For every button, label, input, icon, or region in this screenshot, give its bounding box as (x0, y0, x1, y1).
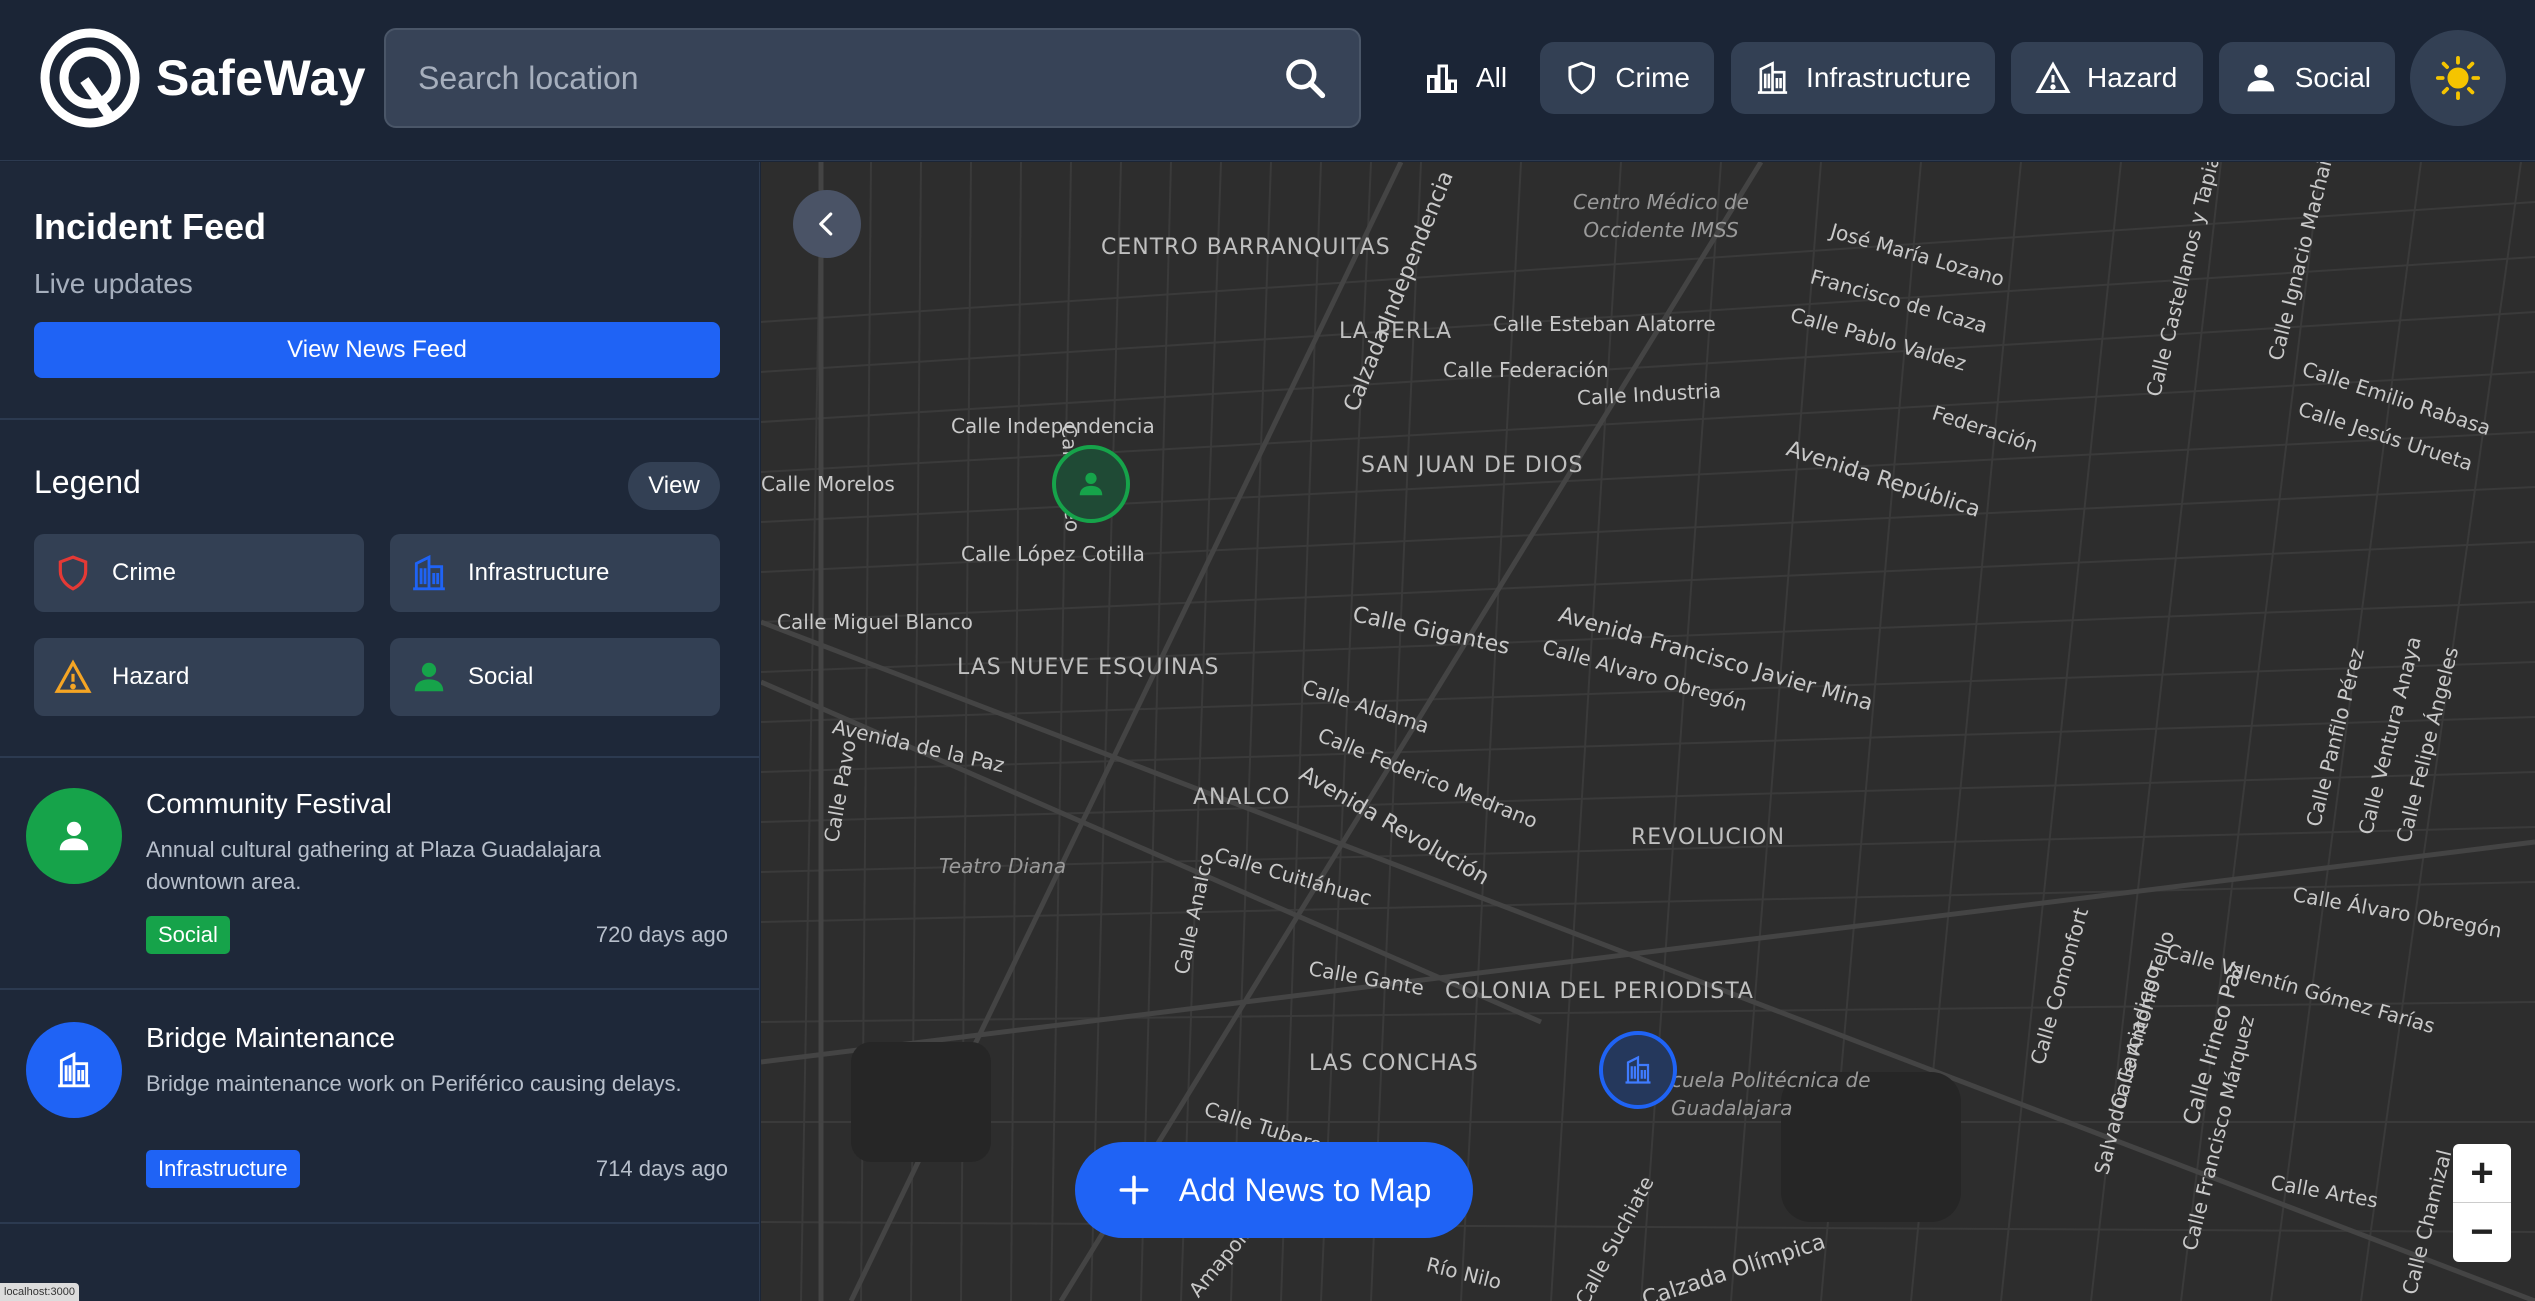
legend-item-social[interactable]: Social (390, 638, 720, 716)
incident-title: Bridge Maintenance (146, 1022, 396, 1053)
feed-subtitle: Live updates (34, 268, 193, 299)
building-icon (58, 1051, 90, 1088)
warning-icon (54, 659, 92, 693)
feed-header: Incident Feed Live updates (34, 206, 266, 300)
plus-icon (1119, 1175, 1149, 1205)
district-label: LAS NUEVE ESQUINAS (957, 655, 1220, 680)
add-news-button[interactable]: Add News to Map (1075, 1142, 1473, 1238)
shield-icon (1568, 61, 1595, 95)
filter-label: Infrastructure (1806, 62, 1971, 93)
legend-title: Legend (34, 464, 141, 500)
map-marker-infrastructure[interactable] (1599, 1031, 1677, 1109)
search-icon[interactable] (1283, 56, 1327, 100)
theme-toggle-button[interactable] (2410, 30, 2506, 126)
sun-icon (2435, 55, 2481, 101)
place-label: Centro Médico de Occidente IMSS (1572, 190, 1749, 242)
shield-icon (58, 555, 88, 591)
filter-hazard[interactable]: Hazard (2011, 42, 2203, 114)
legend-item-crime[interactable]: Crime (34, 534, 364, 612)
add-news-label: Add News to Map (1178, 1171, 1432, 1208)
incident-time: 714 days ago (595, 1156, 728, 1181)
building-icon (1757, 61, 1788, 94)
district-label: COLONIA DEL PERIODISTA (1445, 979, 1754, 1004)
legend-item-infrastructure[interactable]: Infrastructure (390, 534, 720, 612)
map-view[interactable]: CENTRO BARRANQUITAS LA PERLA SAN JUAN DE… (761, 162, 2535, 1301)
district-label: LAS CONCHAS (1309, 1051, 1479, 1076)
filter-label: Social (2294, 62, 2371, 93)
filter-label: Crime (1615, 62, 1690, 93)
street-label: Calle Independencia (951, 414, 1155, 438)
incident-description: Bridge maintenance work on Periférico ca… (146, 1071, 682, 1096)
filter-infrastructure[interactable]: Infrastructure (1731, 42, 1995, 114)
status-url: localhost:3000 (0, 1283, 79, 1301)
legend-view-button[interactable]: View (628, 462, 720, 510)
view-news-feed-button[interactable]: View News Feed (34, 322, 720, 378)
legend-item-hazard[interactable]: Hazard (34, 638, 364, 716)
collapse-sidebar-button[interactable] (793, 190, 861, 258)
incident-description: Annual cultural gathering at Plaza Guada… (146, 837, 601, 894)
app-name: SafeWay (156, 50, 367, 106)
warning-icon (2035, 61, 2071, 93)
district-label: REVOLUCION (1631, 825, 1786, 850)
incident-item[interactable]: Bridge Maintenance Bridge maintenance wo… (0, 992, 760, 1224)
street-label: Calle Miguel Blanco (777, 610, 973, 634)
incident-time: 720 days ago (595, 922, 728, 947)
person-icon (414, 662, 444, 692)
search-bar[interactable] (384, 28, 1361, 128)
person-icon (1079, 472, 1103, 496)
bar-chart-icon (1427, 64, 1457, 93)
incident-title: Community Festival (146, 788, 392, 819)
zoom-out-button[interactable]: − (2453, 1203, 2511, 1262)
street-label: Calle Esteban Alatorre (1493, 312, 1716, 336)
map-marker-social[interactable] (1052, 445, 1130, 523)
street-label: Calle López Cotilla (961, 542, 1145, 566)
legend-label: Social (468, 663, 534, 690)
zoom-control: + − (2453, 1144, 2511, 1262)
filter-crime[interactable]: Crime (1540, 42, 1714, 114)
person-icon (2247, 64, 2275, 92)
person-icon (59, 821, 89, 851)
district-label: CENTRO BARRANQUITAS (1101, 235, 1391, 260)
feed-title: Incident Feed (34, 206, 267, 247)
street-label: Calle Federación (1443, 358, 1609, 382)
filter-social[interactable]: Social (2219, 42, 2395, 114)
place-label: cuela Politécnica de Guadalajara (1671, 1068, 1871, 1120)
logo[interactable]: SafeWay (40, 28, 366, 128)
building-icon (1625, 1055, 1651, 1084)
divider (0, 418, 760, 420)
zoom-in-button[interactable]: + (2453, 1144, 2511, 1203)
legend-label: Hazard (112, 663, 190, 690)
category-badge: Infrastructure (146, 1150, 300, 1188)
place-label: Teatro Diana (939, 854, 1067, 878)
search-input[interactable] (418, 59, 1283, 97)
legend-label: Infrastructure (468, 559, 610, 586)
chevron-left-icon (819, 212, 833, 236)
district-label: SAN JUAN DE DIOS (1361, 453, 1584, 478)
sidebar: Incident Feed Live updates View News Fee… (0, 162, 760, 1301)
incident-item[interactable]: Community Festival Annual cultural gathe… (0, 758, 760, 990)
legend-label: Crime (112, 559, 176, 586)
building-icon (413, 554, 445, 591)
district-label: ANALCO (1193, 785, 1291, 810)
filter-all[interactable]: All (1400, 42, 1531, 114)
filter-label: All (1476, 62, 1508, 93)
filter-label: Hazard (2087, 62, 2178, 93)
street-label: Calle Morelos (761, 472, 895, 496)
incident-avatar (26, 1022, 122, 1118)
safeway-logo-icon (40, 28, 140, 128)
incident-avatar (26, 788, 122, 884)
category-badge: Social (146, 916, 230, 954)
top-bar: SafeWay All Crime Infrastructure Hazard (0, 0, 2535, 161)
